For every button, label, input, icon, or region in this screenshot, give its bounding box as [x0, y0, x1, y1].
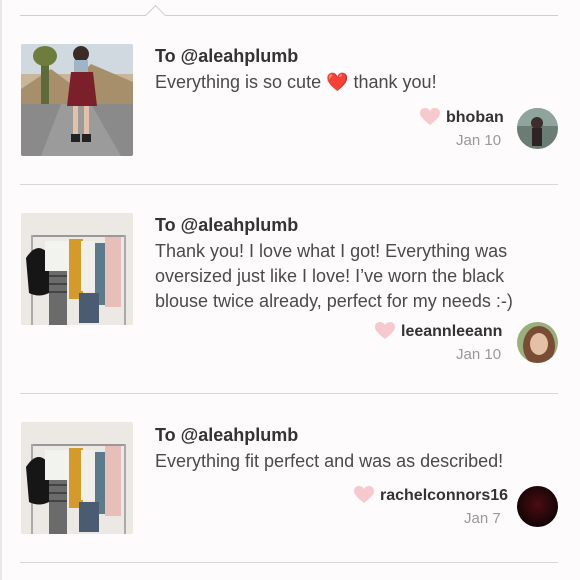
review-date: Jan 10 — [456, 346, 502, 363]
heart-icon[interactable] — [354, 486, 374, 504]
clothing-rack-photo — [21, 213, 133, 325]
avatar-image — [517, 322, 558, 363]
reviewer-username[interactable]: bhoban — [446, 109, 504, 127]
review-photo[interactable] — [21, 44, 133, 156]
red-heart-emoji-icon: ❤️ — [326, 72, 349, 92]
recipient-label: To @aleahplumb — [155, 215, 299, 235]
heart-icon[interactable] — [420, 108, 440, 126]
divider — [20, 184, 558, 185]
review-photo[interactable] — [21, 213, 133, 325]
avatar-image — [517, 486, 558, 527]
reviewer-username[interactable]: rachelconnors16 — [380, 487, 508, 505]
recipient-label: To @aleahplumb — [155, 46, 299, 66]
review-message-text: Everything is so cute — [155, 72, 327, 92]
avatar[interactable] — [517, 108, 558, 149]
clothing-rack-photo — [21, 422, 133, 534]
recipient-label: To @aleahplumb — [155, 425, 299, 445]
divider — [20, 562, 558, 563]
top-pointer — [144, 4, 167, 27]
avatar[interactable] — [517, 322, 558, 363]
review-date: Jan 7 — [464, 510, 501, 527]
avatar[interactable] — [517, 486, 558, 527]
review-message: Everything is so cute ❤️ thank you! — [155, 70, 540, 95]
outfit-photo-street — [21, 44, 133, 156]
review-photo[interactable] — [21, 422, 133, 534]
top-divider — [20, 15, 558, 16]
review-message-text-end: thank you! — [348, 72, 437, 92]
heart-icon[interactable] — [375, 322, 395, 340]
reviewer-username[interactable]: leeannleeann — [401, 323, 502, 341]
review-date: Jan 10 — [456, 132, 502, 149]
avatar-image — [517, 108, 558, 149]
left-border — [0, 0, 2, 580]
review-message: Thank you! I love what I got! Everything… — [155, 241, 513, 311]
review-message: Everything fit perfect and was as descri… — [155, 451, 504, 471]
divider — [20, 393, 558, 394]
